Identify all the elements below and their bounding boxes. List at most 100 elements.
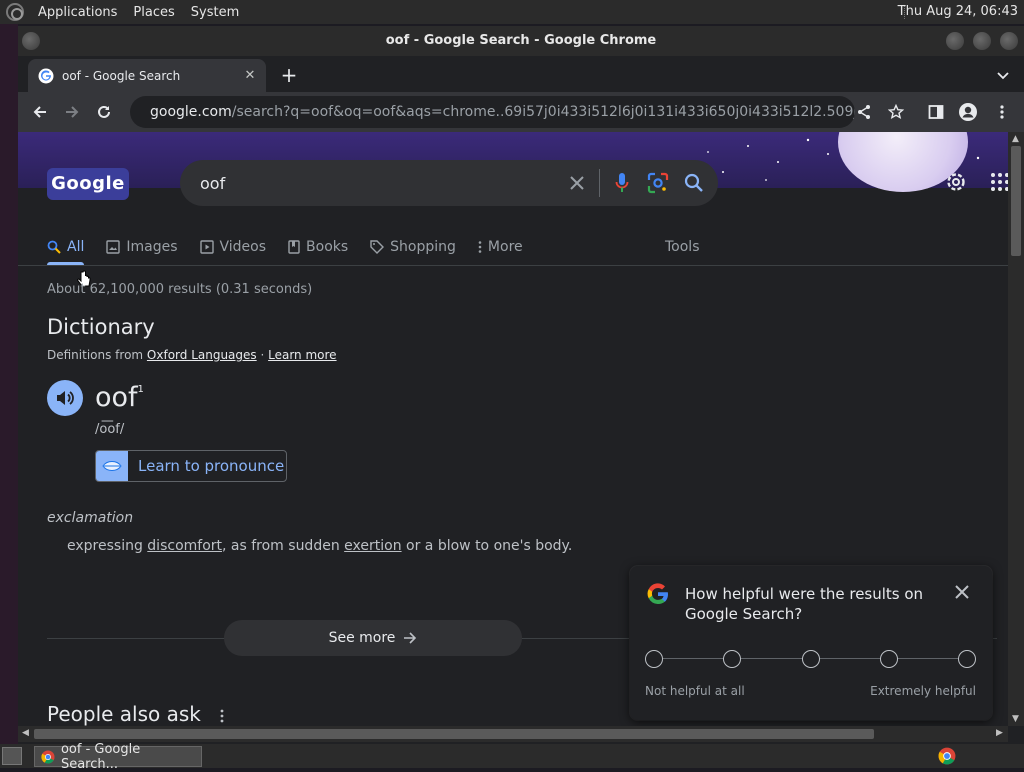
tab-label: Videos <box>219 239 267 255</box>
search-input[interactable]: oof <box>180 174 559 193</box>
tab-books[interactable]: Books <box>288 230 348 264</box>
oxford-languages-link[interactable]: Oxford Languages <box>147 348 257 362</box>
camera-lens-icon <box>647 172 669 194</box>
rating-low-label: Not helpful at all <box>645 684 745 698</box>
google-favicon-icon <box>38 68 54 83</box>
horizontal-scroll-thumb[interactable] <box>34 729 874 739</box>
chrome-menu-button[interactable] <box>988 98 1016 126</box>
tab-label: More <box>487 239 523 255</box>
window-title: oof - Google Search - Google Chrome <box>385 33 657 48</box>
tab-label: Books <box>306 239 349 255</box>
tag-icon <box>370 240 385 254</box>
scroll-left-arrow-icon[interactable]: ◀ <box>22 728 29 738</box>
vertical-scroll-thumb[interactable] <box>1011 146 1021 256</box>
pronounce-audio-button[interactable] <box>47 380 83 416</box>
tab-label: Images <box>126 239 178 255</box>
menu-system[interactable]: System <box>183 5 247 20</box>
google-g-icon <box>647 583 668 605</box>
new-tab-button[interactable]: + <box>278 64 300 86</box>
os-taskbar: oof - Google Search... <box>0 742 1024 772</box>
feedback-popup: How helpful were the results on Google S… <box>630 566 992 720</box>
rating-option-4[interactable] <box>880 650 898 668</box>
result-stats: About 62,100,000 results (0.31 seconds) <box>47 282 313 297</box>
tab-images[interactable]: Images <box>106 230 178 264</box>
taskbar-window-button[interactable]: oof - Google Search... <box>34 742 202 772</box>
see-more-button[interactable]: See more <box>224 620 522 656</box>
lens-search-button[interactable] <box>640 165 676 201</box>
learn-more-link[interactable]: Learn more <box>268 348 336 362</box>
more-vert-icon <box>1000 105 1004 119</box>
search-icon <box>47 240 61 254</box>
image-icon <box>106 240 121 254</box>
tab-search-chevron-icon[interactable] <box>996 68 1010 82</box>
dictionary-heading: Dictionary <box>47 315 155 339</box>
horizontal-scrollbar[interactable]: ◀ ▶ <box>18 726 1008 742</box>
chrome-tray-icon[interactable] <box>938 747 956 765</box>
tab-strip: oof - Google Search ✕ + <box>18 56 1024 92</box>
tab-more[interactable]: More <box>478 230 523 264</box>
more-vert-icon[interactable] <box>214 706 230 726</box>
google-doodle-logo[interactable]: Google <box>47 168 129 200</box>
profile-button[interactable] <box>954 98 982 126</box>
rating-option-3[interactable] <box>802 650 820 668</box>
definition-link-exertion[interactable]: exertion <box>344 538 401 554</box>
rating-option-5[interactable] <box>958 650 976 668</box>
voice-search-button[interactable] <box>604 165 640 201</box>
speaker-icon <box>57 391 74 405</box>
desktop-background <box>0 24 18 744</box>
address-bar[interactable]: google.com/search?q=oof&oq=oof&aqs=chrom… <box>130 96 855 128</box>
definition-link-discomfort[interactable]: discomfort <box>147 538 222 554</box>
see-more-label: See more <box>328 630 396 646</box>
search-box[interactable]: oof <box>180 160 718 206</box>
os-top-panel: Applications Places System Thu Aug 24, 0… <box>0 0 1024 24</box>
bookmark-button[interactable] <box>882 98 910 126</box>
close-window-button[interactable] <box>1000 32 1018 50</box>
profile-avatar-icon <box>959 103 977 121</box>
tabs-divider <box>18 265 1008 266</box>
side-panel-button[interactable] <box>922 98 950 126</box>
tab-all[interactable]: All <box>47 230 85 265</box>
search-submit-button[interactable] <box>676 165 712 201</box>
window-titlebar[interactable]: oof - Google Search - Google Chrome <box>18 26 1024 56</box>
page-content: Google oof All Images Videos Books Shopp… <box>18 132 1008 726</box>
url-path: /search?q=oof&oq=oof&aqs=chrome..69i57j0… <box>231 104 855 120</box>
close-icon[interactable] <box>952 582 972 602</box>
dictionary-source: Definitions from Oxford Languages · Lear… <box>47 348 337 362</box>
window-menu-button[interactable] <box>22 32 40 50</box>
scroll-right-arrow-icon[interactable]: ▶ <box>996 728 1003 738</box>
book-icon <box>288 240 300 254</box>
vertical-scrollbar[interactable]: ▲ ▼ <box>1008 132 1024 726</box>
menu-applications[interactable]: Applications <box>30 5 125 20</box>
tab-shopping[interactable]: Shopping <box>370 230 456 264</box>
share-button[interactable] <box>850 98 878 126</box>
learn-to-pronounce-button[interactable]: Learn to pronounce <box>95 450 287 482</box>
browser-tab[interactable]: oof - Google Search ✕ <box>28 59 266 92</box>
chrome-icon <box>41 749 55 764</box>
tools-button[interactable]: Tools <box>665 230 700 264</box>
show-desktop-button[interactable] <box>2 747 22 765</box>
url-host: google.com <box>150 104 232 120</box>
definition-part: , as from sudden <box>222 538 345 554</box>
scroll-up-arrow-icon[interactable]: ▲ <box>1012 134 1019 144</box>
phonetic-spelling: /o͞of/ <box>95 422 125 437</box>
tab-videos[interactable]: Videos <box>199 230 267 264</box>
reload-button[interactable] <box>90 98 118 126</box>
minimize-button[interactable] <box>946 32 964 50</box>
rating-option-2[interactable] <box>723 650 741 668</box>
menu-places[interactable]: Places <box>125 5 182 20</box>
scroll-down-arrow-icon[interactable]: ▼ <box>1012 714 1019 724</box>
rating-option-1[interactable] <box>645 650 663 668</box>
clock[interactable]: Thu Aug 24, 06:43 <box>898 4 1018 19</box>
forward-button[interactable] <box>58 98 86 126</box>
distro-logo-icon[interactable] <box>6 3 24 21</box>
taskbar-window-label: oof - Google Search... <box>60 741 141 772</box>
tab-close-icon[interactable]: ✕ <box>242 68 258 84</box>
source-prefix: Definitions from <box>47 348 147 362</box>
headword: oof <box>95 382 138 413</box>
clear-search-button[interactable] <box>559 165 595 201</box>
back-button[interactable] <box>26 98 54 126</box>
apps-grid-icon[interactable] <box>990 172 1008 192</box>
maximize-button[interactable] <box>973 32 991 50</box>
feedback-question: How helpful were the results on Google S… <box>685 585 924 623</box>
settings-gear-icon[interactable] <box>944 170 968 194</box>
